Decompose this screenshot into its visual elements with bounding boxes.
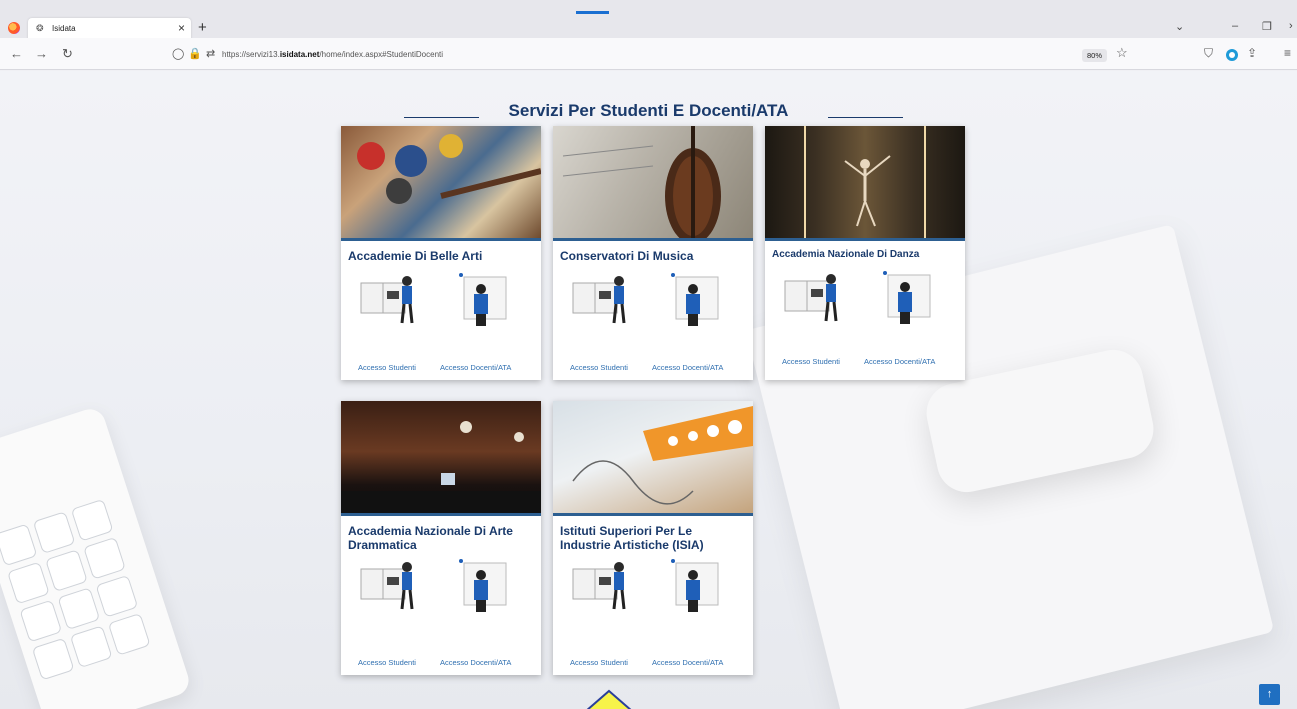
scroll-to-top-button[interactable]: ↑ bbox=[1259, 684, 1280, 705]
violin-sheet-music-photo bbox=[553, 126, 753, 241]
link-accesso-studenti[interactable]: Accesso Studenti bbox=[570, 658, 628, 667]
card-danza: Accademia Nazionale Di Danza Accesso Stu… bbox=[765, 126, 965, 380]
link-accesso-studenti[interactable]: Accesso Studenti bbox=[358, 658, 416, 667]
back-icon[interactable]: ← bbox=[10, 46, 23, 61]
bookmark-star-icon[interactable]: ☆ bbox=[1116, 45, 1128, 61]
share-icon[interactable]: ⇪ bbox=[1247, 46, 1257, 60]
teacher-board-illustration-icon[interactable] bbox=[668, 557, 723, 622]
card-conservatori: Conservatori Di Musica Accesso Studenti … bbox=[553, 126, 753, 380]
card-title[interactable]: Accademia Nazionale Di Danza bbox=[765, 241, 965, 261]
tab-close-icon[interactable]: × bbox=[178, 21, 185, 35]
theatre-stage-photo bbox=[341, 401, 541, 516]
link-accesso-docenti[interactable]: Accesso Docenti/ATA bbox=[864, 357, 935, 366]
tab-strip-accent bbox=[576, 11, 609, 14]
student-book-illustration-icon[interactable] bbox=[359, 271, 419, 336]
link-accesso-docenti[interactable]: Accesso Docenti/ATA bbox=[440, 658, 511, 667]
menu-icon[interactable]: ≡ bbox=[1284, 46, 1291, 60]
teacher-board-illustration-icon[interactable] bbox=[880, 269, 935, 334]
browser-tab[interactable]: ❂ Isidata × bbox=[28, 18, 191, 40]
student-book-illustration-icon[interactable] bbox=[571, 557, 631, 622]
student-book-illustration-icon[interactable] bbox=[783, 269, 843, 334]
link-accesso-docenti[interactable]: Accesso Docenti/ATA bbox=[652, 658, 723, 667]
card-title[interactable]: Conservatori Di Musica bbox=[553, 241, 753, 263]
title-line-right bbox=[828, 117, 903, 118]
tab-title: Isidata bbox=[52, 24, 76, 33]
link-accesso-docenti[interactable]: Accesso Docenti/ATA bbox=[652, 363, 723, 372]
tab-list-chevron-icon[interactable]: ⌄ bbox=[1175, 20, 1184, 33]
card-arte-drammatica: Accademia Nazionale Di Arte Drammatica A… bbox=[341, 401, 541, 675]
link-accesso-studenti[interactable]: Accesso Studenti bbox=[782, 357, 840, 366]
forward-icon[interactable]: → bbox=[35, 46, 48, 61]
site-favicon-icon: ❂ bbox=[36, 23, 44, 33]
url-domain: isidata.net bbox=[279, 50, 320, 59]
student-book-illustration-icon[interactable] bbox=[359, 557, 419, 622]
firefox-icon[interactable] bbox=[8, 22, 20, 34]
page-content: Servizi Per Studenti E Docenti/ATA Accad… bbox=[0, 71, 1297, 709]
teacher-board-illustration-icon[interactable] bbox=[668, 271, 723, 336]
restore-icon[interactable]: ❐ bbox=[1262, 20, 1272, 33]
browser-nav-bar: ← → ↻ ◯🔒⇄ https://servizi13.isidata.net/… bbox=[0, 38, 1297, 70]
link-accesso-docenti[interactable]: Accesso Docenti/ATA bbox=[440, 363, 511, 372]
close-window-icon[interactable]: › bbox=[1289, 20, 1293, 32]
card-title[interactable]: Istituti Superiori Per Le Industrie Arti… bbox=[553, 516, 753, 553]
teacher-board-illustration-icon[interactable] bbox=[456, 557, 511, 622]
link-accesso-studenti[interactable]: Accesso Studenti bbox=[358, 363, 416, 372]
card-isia: Istituti Superiori Per Le Industrie Arti… bbox=[553, 401, 753, 675]
url-bar[interactable]: https://servizi13.isidata.net/home/index… bbox=[222, 50, 443, 59]
card-belle-arti: Accademie Di Belle Arti Accesso Studenti… bbox=[341, 126, 541, 380]
minimize-icon[interactable]: – bbox=[1232, 20, 1238, 32]
url-path: /home/index.aspx#StudentiDocenti bbox=[319, 50, 444, 59]
section-title: Servizi Per Studenti E Docenti/ATA bbox=[508, 101, 789, 120]
link-accesso-studenti[interactable]: Accesso Studenti bbox=[570, 363, 628, 372]
account-icon[interactable] bbox=[1226, 49, 1238, 61]
card-title[interactable]: Accademia Nazionale Di Arte Drammatica bbox=[341, 516, 541, 553]
url-prefix: https://servizi13. bbox=[222, 50, 280, 59]
reload-icon[interactable]: ↻ bbox=[62, 46, 73, 62]
zoom-level-badge[interactable]: 80% bbox=[1082, 49, 1108, 62]
browser-tab-bar: ❂ Isidata × + ⌄ – ❐ › bbox=[0, 0, 1297, 40]
new-tab-button[interactable]: + bbox=[198, 19, 207, 36]
shield-icon[interactable]: ⛉ bbox=[1204, 46, 1213, 61]
ballet-dancer-photo bbox=[765, 126, 965, 241]
card-title[interactable]: Accademie Di Belle Arti bbox=[341, 241, 541, 263]
url-security-icons[interactable]: ◯🔒⇄ bbox=[172, 47, 219, 60]
design-drawing-photo bbox=[553, 401, 753, 516]
teacher-board-illustration-icon[interactable] bbox=[456, 271, 511, 336]
cursor-highlight-icon bbox=[586, 689, 632, 709]
paint-palette-photo bbox=[341, 126, 541, 241]
background-keyboard bbox=[0, 405, 193, 709]
student-book-illustration-icon[interactable] bbox=[571, 271, 631, 336]
